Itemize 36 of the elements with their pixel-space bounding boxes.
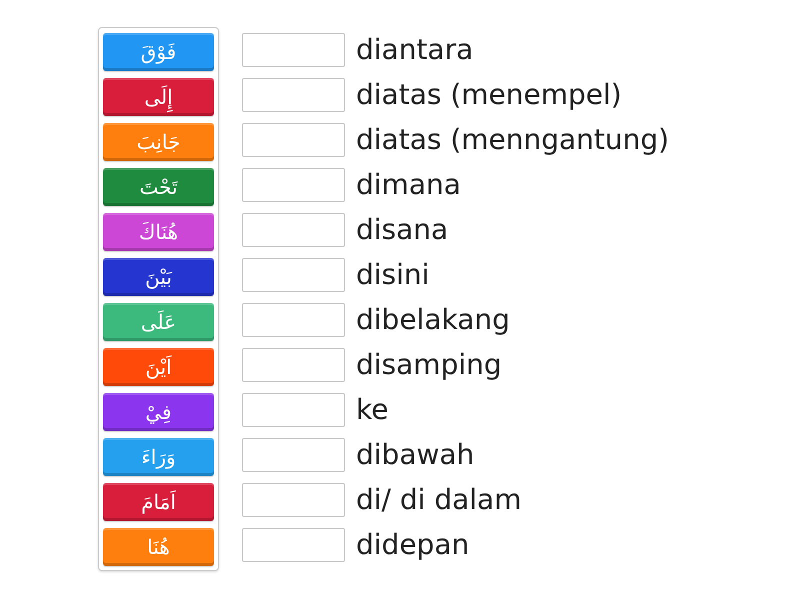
answer-box[interactable] [242,168,345,202]
word-tile[interactable]: بَيْنَ [103,258,214,296]
answer-label: disana [356,216,448,244]
answer-box[interactable] [242,348,345,382]
answer-box[interactable] [242,78,345,112]
word-tile[interactable]: اَمَامَ [103,483,214,521]
answer-label: didepan [356,530,470,558]
answer-box[interactable] [242,122,345,156]
answer-box[interactable] [242,392,345,426]
answer-label: diantara [356,36,474,64]
word-tile[interactable]: جَانِبَ [103,123,214,161]
answer-label: diatas (menngantung) [356,126,670,154]
answer-label: di/ di dalam [356,486,522,514]
answer-box[interactable] [242,32,345,66]
answer-label: ke [356,396,388,424]
answer-label: dibawah [356,440,474,468]
answer-box[interactable] [242,212,345,246]
answer-label: disini [356,260,430,288]
word-tile[interactable]: اَيْنَ [103,348,214,386]
answer-label: dibelakang [356,306,510,334]
word-tile[interactable]: هُنَا [103,528,214,566]
answer-box[interactable] [242,302,345,336]
answer-label: dimana [356,170,461,198]
answer-box[interactable] [242,528,345,562]
answer-label: diatas (menempel) [356,80,622,108]
answer-box[interactable] [242,438,345,472]
word-tile[interactable]: وَرَاءَ [103,438,214,476]
word-tile[interactable]: هُنَاكَ [103,213,214,251]
word-tile[interactable]: فَوْقَ [103,33,214,71]
answer-box[interactable] [242,258,345,292]
answer-label: disamping [356,350,502,378]
word-tile[interactable]: فِيْ [103,393,214,431]
word-tile[interactable]: إِلَى [103,78,214,116]
word-tile[interactable]: تَحْتَ [103,168,214,206]
answer-box[interactable] [242,482,345,516]
word-tile[interactable]: عَلَى [103,303,214,341]
